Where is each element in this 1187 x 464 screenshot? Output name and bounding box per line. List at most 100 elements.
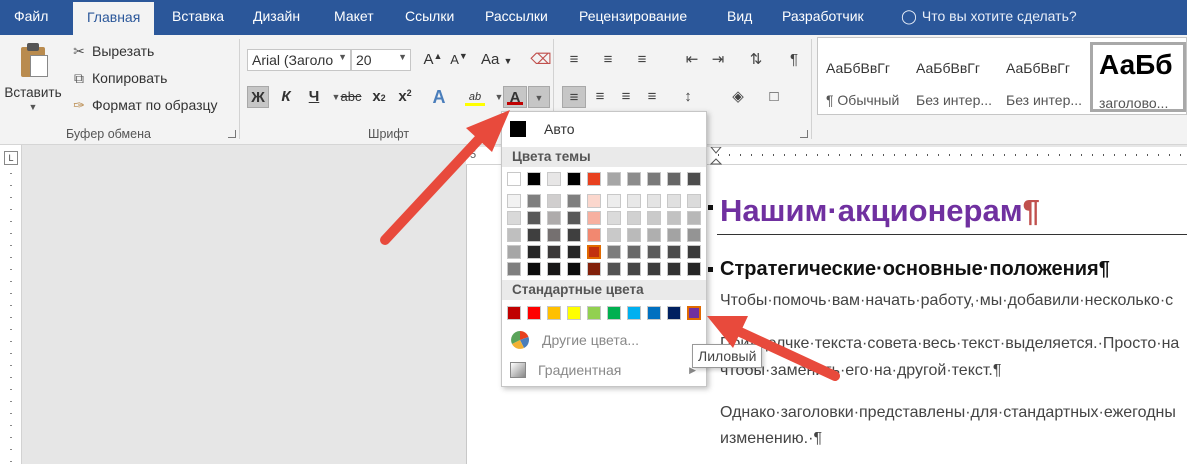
paste-button[interactable]: Вставить ▼	[4, 41, 62, 121]
underline-button[interactable]: Ч	[303, 86, 325, 108]
auto-color-option[interactable]: Авто	[506, 116, 702, 142]
numbering-icon[interactable]: ≡	[596, 49, 620, 71]
theme-color-swatch[interactable]	[667, 245, 681, 259]
subscript-button[interactable]: x2	[368, 86, 390, 108]
document-heading-1[interactable]: Нашим·акционерам¶	[720, 193, 1040, 229]
align-left-icon[interactable]: ≡	[562, 86, 586, 108]
copy-button[interactable]: ⧉ Копировать	[70, 67, 167, 89]
style-no-spacing[interactable]: АаБбВвГг Без интер...	[910, 42, 998, 112]
theme-color-swatch[interactable]	[507, 211, 521, 225]
align-center-icon[interactable]: ≡	[588, 86, 612, 108]
theme-color-swatch[interactable]	[507, 262, 521, 276]
standard-color-swatch[interactable]	[507, 306, 521, 320]
tab-references[interactable]: Ссылки	[405, 8, 454, 24]
theme-color-swatch[interactable]	[627, 172, 641, 186]
tab-design[interactable]: Дизайн	[253, 8, 300, 24]
theme-color-swatch[interactable]	[587, 172, 601, 186]
standard-color-swatch[interactable]	[667, 306, 681, 320]
standard-color-swatch[interactable]	[547, 306, 561, 320]
theme-color-swatch[interactable]	[647, 262, 661, 276]
font-size-combo[interactable]: 20 ▼	[351, 49, 411, 71]
theme-color-swatch[interactable]	[527, 228, 541, 242]
theme-color-swatch[interactable]	[607, 211, 621, 225]
shading-icon[interactable]: ◈	[726, 86, 750, 108]
chevron-down-icon[interactable]: ▼	[4, 102, 62, 112]
tab-insert[interactable]: Вставка	[172, 8, 224, 24]
theme-color-swatch[interactable]	[607, 262, 621, 276]
theme-color-swatch[interactable]	[647, 228, 661, 242]
theme-color-swatch[interactable]	[547, 262, 561, 276]
line-spacing-icon[interactable]: ↕	[676, 86, 700, 108]
tab-home[interactable]: Главная	[73, 2, 155, 35]
theme-color-swatch[interactable]	[587, 262, 601, 276]
theme-color-swatch[interactable]	[647, 172, 661, 186]
theme-color-swatch[interactable]	[567, 211, 581, 225]
theme-color-swatch[interactable]	[687, 228, 701, 242]
theme-color-swatch[interactable]	[687, 262, 701, 276]
decrease-indent-icon[interactable]: ⇤	[680, 49, 704, 71]
theme-color-swatch[interactable]	[527, 194, 541, 208]
sort-icon[interactable]: ⇅	[744, 49, 768, 71]
grow-font-button[interactable]: A▲	[422, 49, 444, 71]
theme-color-swatch[interactable]	[547, 211, 561, 225]
highlight-button[interactable]: ab	[462, 86, 488, 108]
standard-color-swatch[interactable]	[607, 306, 621, 320]
theme-color-swatch[interactable]	[687, 211, 701, 225]
document-paragraph[interactable]: Чтобы·помочь·вам·начать·работу,·мы·добав…	[720, 292, 1173, 310]
theme-color-swatch[interactable]	[607, 245, 621, 259]
theme-color-swatch[interactable]	[567, 228, 581, 242]
standard-color-swatch[interactable]	[567, 306, 581, 320]
theme-color-swatch[interactable]	[507, 172, 521, 186]
cut-button[interactable]: ✂ Вырезать	[70, 40, 154, 62]
theme-color-swatch[interactable]	[587, 228, 601, 242]
theme-color-swatch[interactable]	[607, 194, 621, 208]
theme-color-swatch[interactable]	[687, 194, 701, 208]
clipboard-dialog-launcher-icon[interactable]	[228, 130, 236, 138]
standard-color-swatch[interactable]	[687, 306, 701, 320]
theme-color-swatch[interactable]	[567, 172, 581, 186]
tab-mailings[interactable]: Рассылки	[485, 8, 548, 24]
theme-color-swatch[interactable]	[547, 194, 561, 208]
style-normal[interactable]: АаБбВвГг ¶ Обычный	[820, 42, 908, 112]
theme-color-swatch[interactable]	[627, 245, 641, 259]
font-color-button[interactable]: A	[503, 86, 527, 108]
standard-color-swatch[interactable]	[627, 306, 641, 320]
theme-color-swatch[interactable]	[667, 172, 681, 186]
theme-color-swatch[interactable]	[687, 245, 701, 259]
font-color-dropdown-chevron-icon[interactable]: ▼	[528, 86, 550, 108]
theme-color-swatch[interactable]	[667, 228, 681, 242]
tab-file[interactable]: Файл	[14, 8, 48, 24]
bullets-icon[interactable]: ≡	[562, 49, 586, 71]
theme-color-swatch[interactable]	[607, 228, 621, 242]
format-painter-button[interactable]: ✑ Формат по образцу	[70, 94, 217, 116]
theme-color-swatch[interactable]	[667, 262, 681, 276]
strikethrough-button[interactable]: abc	[340, 86, 362, 108]
theme-color-swatch[interactable]	[567, 262, 581, 276]
theme-color-swatch[interactable]	[667, 211, 681, 225]
borders-icon[interactable]: □	[762, 86, 786, 108]
theme-color-swatch[interactable]	[627, 211, 641, 225]
theme-color-swatch[interactable]	[647, 194, 661, 208]
more-colors-option[interactable]: Другие цвета...	[506, 328, 702, 352]
theme-color-swatch[interactable]	[587, 211, 601, 225]
theme-color-swatch[interactable]	[687, 172, 701, 186]
theme-color-swatch[interactable]	[567, 194, 581, 208]
theme-color-swatch[interactable]	[547, 228, 561, 242]
theme-color-swatch[interactable]	[547, 172, 561, 186]
theme-color-swatch[interactable]	[607, 172, 621, 186]
theme-color-swatch[interactable]	[527, 211, 541, 225]
justify-icon[interactable]: ≡	[640, 86, 664, 108]
tell-me-box[interactable]: ◯ Что вы хотите сделать?	[900, 8, 1077, 25]
document-heading-2[interactable]: Стратегические·основные·положения¶	[720, 258, 1110, 281]
multilevel-list-icon[interactable]: ≡	[630, 49, 654, 71]
theme-color-swatch[interactable]	[587, 194, 601, 208]
document-paragraph[interactable]: При·щелчке·текста·совета·весь·текст·выде…	[720, 335, 1179, 353]
tab-view[interactable]: Вид	[727, 8, 752, 24]
theme-color-swatch[interactable]	[667, 194, 681, 208]
theme-color-swatch[interactable]	[527, 262, 541, 276]
tab-layout[interactable]: Макет	[334, 8, 374, 24]
superscript-button[interactable]: x2	[394, 86, 416, 108]
document-paragraph[interactable]: изменению.·¶	[720, 430, 822, 448]
clear-formatting-icon[interactable]: ⌫	[530, 49, 552, 71]
bold-button[interactable]: Ж	[247, 86, 269, 108]
